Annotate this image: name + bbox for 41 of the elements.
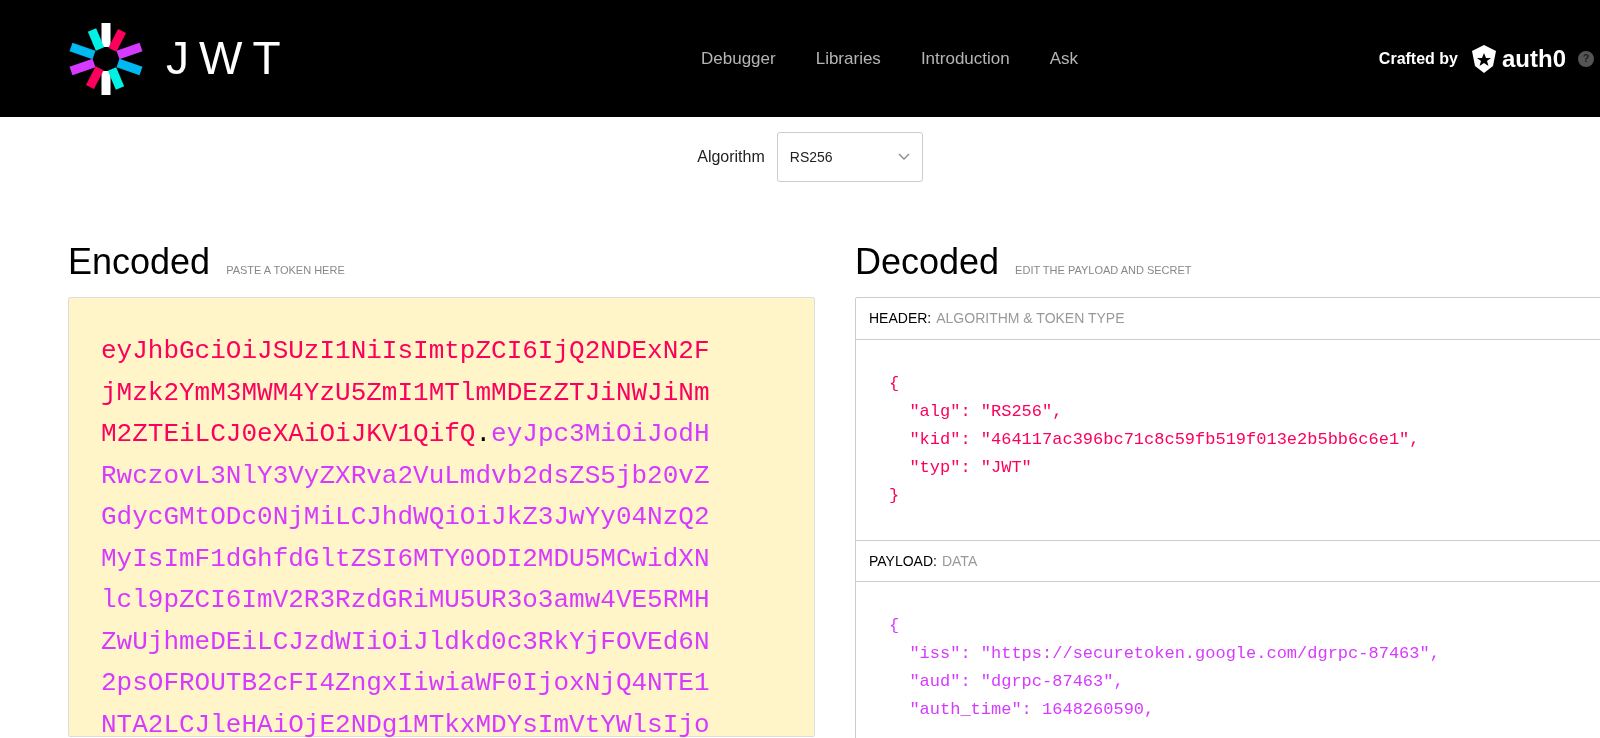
section-sublabel: DATA [941, 551, 978, 571]
chevron-down-icon [897, 153, 910, 161]
token-payload-text: ZwUjhmeDEiLCJzdWIiOiJldkd0c3RkYjFOVEd6N [101, 626, 710, 657]
nav-link[interactable]: Debugger [701, 45, 776, 72]
decoded-subtitle: EDIT THE PAYLOAD AND SECRET [1015, 262, 1192, 278]
section-label: HEADER: [869, 309, 932, 328]
nav-link[interactable]: Ask [1049, 45, 1079, 72]
encoded-subtitle: PASTE A TOKEN HERE [226, 262, 345, 278]
decoded-heading: Decoded [855, 244, 1000, 280]
token-payload-text: MyIsImF1dGhfdGltZSI6MTY0ODI2MDU5MCwidXN [101, 543, 710, 574]
logo-text: JWT [166, 31, 291, 86]
code-line: "alg": "RS256", [908, 401, 1064, 423]
token-header-text: M2ZTEiLCJ0eXAiOiJKV1QifQ [101, 419, 476, 449]
section-sublabel: ALGORITHM & TOKEN TYPE [936, 309, 1125, 328]
section-label: PAYLOAD: [869, 551, 937, 571]
code-line: "typ": "JWT" [908, 457, 1033, 479]
code-line: "iss": "https://securetoken.google.com/dgrpc-87463", [908, 643, 1441, 665]
token-payload-text: eyJpc3MiOiJodH [491, 419, 710, 449]
code-line: } [889, 485, 901, 507]
code-line: { [889, 373, 901, 395]
shield-star-icon [1470, 43, 1498, 74]
nav-link[interactable]: Libraries [815, 45, 881, 72]
nav-link[interactable]: Introduction [920, 45, 1010, 72]
crafted-by-text: Crafted by [1378, 48, 1458, 69]
token-separator: . [475, 419, 492, 449]
code-line: { [889, 615, 901, 637]
token-payload-text: RwczovL3NlY3VyZXRva2VuLmdvb2dsZS5jb20vZ [101, 460, 710, 491]
token-payload-text: GdycGMtODc0NjMiLCJhdWQiOiJkZ3JwYy04NzQ2 [101, 502, 710, 532]
token-header-text: jMzk2YmM3MWM4YzU5ZmI1MTlmMDEzZTJiNWJiNm [101, 377, 710, 408]
code-line: "kid": "464117ac396bc71c8c59fb519f013e2b5bb6c6e1", [908, 429, 1421, 451]
token-payload-text: lcl9pZCI6ImV2R3RzdGRiMU5UR3o3amw4VE5RMH [101, 585, 710, 615]
algorithm-select[interactable]: RS256 [776, 132, 923, 182]
brand-text: auth0 [1502, 43, 1566, 74]
token-input[interactable] [68, 297, 815, 737]
code-line: "aud": "dgrpc-87463", [908, 671, 1125, 693]
algorithm-label: Algorithm [697, 147, 765, 167]
code-line: "auth_time": 1648260590, [908, 699, 1156, 721]
encoded-heading: Encoded [68, 244, 211, 280]
token-header-text: eyJhbGciOiJSUzI1NiIsImtpZCI6IjQ2NDExN2F [101, 336, 710, 366]
token-payload-text: NTA2LCJleHAiOjE2NDg1MTkxMDYsImVtYWlsIjo [101, 709, 710, 738]
token-payload-text: 2psOFROUTB2cFI4ZngxIiwiaWF0IjoxNjQ4NTE1 [101, 668, 710, 698]
